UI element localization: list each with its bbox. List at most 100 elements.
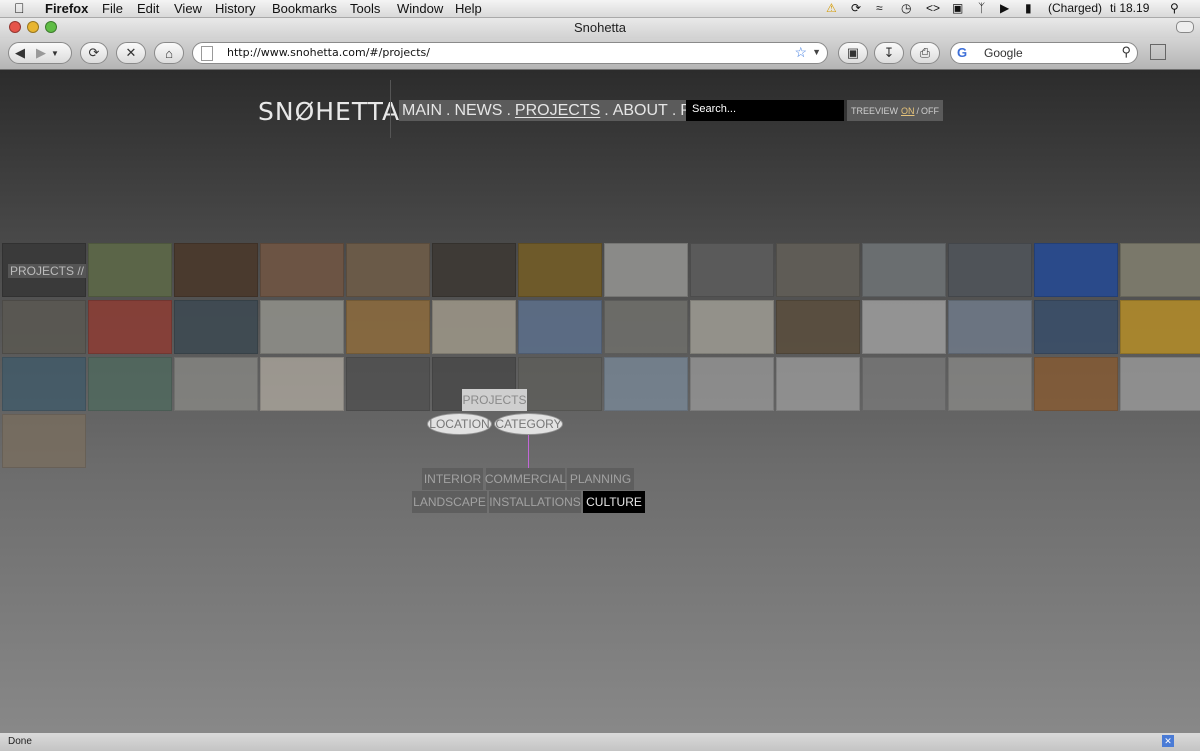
forward-icon[interactable]: ▶ bbox=[31, 45, 51, 61]
project-thumbnail[interactable] bbox=[174, 300, 258, 354]
addon-status-icon[interactable]: ✕ bbox=[1162, 735, 1174, 747]
project-thumbnail[interactable] bbox=[604, 357, 688, 411]
menu-bookmarks[interactable]: Bookmarks bbox=[272, 1, 337, 16]
google-icon[interactable]: G bbox=[957, 45, 967, 60]
project-thumbnail[interactable] bbox=[604, 300, 688, 354]
print-button[interactable]: ⎙ bbox=[910, 42, 940, 64]
project-thumbnail[interactable] bbox=[1034, 243, 1118, 297]
sync-icon[interactable]: ⟳ bbox=[851, 1, 861, 15]
back-icon[interactable]: ◀ bbox=[9, 45, 31, 61]
project-thumbnail[interactable] bbox=[174, 243, 258, 297]
treeview-off[interactable]: OFF bbox=[921, 106, 939, 116]
project-thumbnail[interactable] bbox=[260, 243, 344, 297]
bookmark-star-icon[interactable]: ☆ bbox=[794, 44, 807, 61]
project-thumbnail[interactable] bbox=[948, 243, 1032, 297]
project-thumbnail[interactable] bbox=[690, 243, 774, 297]
nav-main[interactable]: MAIN bbox=[402, 102, 442, 120]
site-logo[interactable]: SNØHETTA bbox=[258, 97, 400, 126]
project-thumbnail[interactable] bbox=[1120, 300, 1200, 354]
project-thumbnail[interactable] bbox=[1120, 357, 1200, 411]
wifi-icon[interactable]: ≈ bbox=[876, 1, 883, 15]
code-icon[interactable]: <> bbox=[926, 1, 940, 15]
category-culture[interactable]: CULTURE bbox=[583, 491, 645, 513]
category-commercial[interactable]: COMMERCIAL bbox=[485, 468, 566, 490]
tree-category[interactable]: CATEGORY bbox=[494, 413, 563, 435]
time-machine-icon[interactable]: ◷ bbox=[901, 1, 911, 15]
project-thumbnail[interactable] bbox=[776, 300, 860, 354]
project-thumbnail[interactable] bbox=[88, 243, 172, 297]
category-planning[interactable]: PLANNING bbox=[567, 468, 634, 490]
menu-history[interactable]: History bbox=[215, 1, 255, 16]
project-thumbnail[interactable] bbox=[518, 243, 602, 297]
url-dropdown-icon[interactable]: ▼ bbox=[812, 47, 821, 57]
project-thumbnail[interactable] bbox=[862, 243, 946, 297]
search-icon[interactable]: ⚲ bbox=[1121, 44, 1131, 60]
menu-file[interactable]: File bbox=[102, 1, 123, 16]
display-icon[interactable]: ▣ bbox=[952, 1, 963, 15]
apple-menu-icon[interactable]:  bbox=[14, 0, 25, 16]
stop-button[interactable]: ✕ bbox=[116, 42, 146, 64]
nav-projects[interactable]: PROJECTS bbox=[515, 102, 600, 120]
home-button[interactable]: ⌂ bbox=[154, 42, 184, 64]
menu-window[interactable]: Window bbox=[397, 1, 443, 16]
project-thumbnail[interactable] bbox=[862, 300, 946, 354]
site-search-input[interactable]: Search... bbox=[686, 100, 844, 121]
project-thumbnail[interactable] bbox=[690, 300, 774, 354]
project-thumbnail[interactable] bbox=[1120, 243, 1200, 297]
toolbar-toggle-icon[interactable] bbox=[1176, 21, 1194, 33]
project-thumbnail[interactable] bbox=[88, 300, 172, 354]
battery-icon[interactable]: ▮ bbox=[1025, 1, 1032, 15]
category-installations[interactable]: INSTALLATIONS bbox=[489, 491, 581, 513]
project-thumbnail[interactable] bbox=[260, 300, 344, 354]
category-landscape[interactable]: LANDSCAPE bbox=[412, 491, 487, 513]
nav-about[interactable]: ABOUT bbox=[613, 102, 668, 120]
url-bar[interactable]: http://www.snohetta.com/#/projects/ ☆ ▼ bbox=[192, 42, 828, 64]
project-thumbnail[interactable] bbox=[1034, 357, 1118, 411]
mac-menu-bar:  Firefox File Edit View History Bookmar… bbox=[0, 0, 1200, 18]
spotlight-icon[interactable]: ⚲ bbox=[1170, 1, 1179, 15]
project-thumbnail[interactable] bbox=[690, 357, 774, 411]
project-thumbnail[interactable] bbox=[2, 414, 86, 468]
project-thumbnail[interactable] bbox=[432, 300, 516, 354]
project-thumbnail[interactable] bbox=[174, 357, 258, 411]
volume-icon[interactable]: ▶ bbox=[1000, 1, 1009, 15]
menu-tools[interactable]: Tools bbox=[350, 1, 380, 16]
project-thumbnail[interactable] bbox=[346, 300, 430, 354]
project-thumbnail[interactable] bbox=[432, 243, 516, 297]
project-thumbnail[interactable] bbox=[776, 243, 860, 297]
nav-news[interactable]: NEWS bbox=[454, 102, 502, 120]
project-thumbnail[interactable] bbox=[862, 357, 946, 411]
project-thumbnail[interactable] bbox=[2, 357, 86, 411]
tree-root-projects[interactable]: PROJECTS bbox=[462, 389, 527, 411]
app-menu[interactable]: Firefox bbox=[45, 1, 88, 16]
treeview-toggle[interactable]: TREEVIEW ON / OFF bbox=[847, 100, 943, 121]
treeview-on[interactable]: ON bbox=[901, 106, 915, 116]
bluetooth-icon[interactable]: ᛉ bbox=[978, 1, 985, 15]
project-thumbnail[interactable] bbox=[2, 300, 86, 354]
project-thumbnail[interactable] bbox=[948, 357, 1032, 411]
clock[interactable]: ti 18.19 bbox=[1110, 1, 1149, 15]
reload-button[interactable]: ⟳ bbox=[80, 42, 108, 64]
project-thumbnail[interactable] bbox=[346, 357, 430, 411]
menu-edit[interactable]: Edit bbox=[137, 1, 159, 16]
windows-icon[interactable] bbox=[1150, 44, 1166, 60]
history-dropdown-icon[interactable]: ▼ bbox=[51, 49, 63, 58]
project-thumbnail[interactable] bbox=[346, 243, 430, 297]
menu-view[interactable]: View bbox=[174, 1, 202, 16]
project-thumbnail[interactable] bbox=[776, 357, 860, 411]
project-thumbnail[interactable] bbox=[88, 357, 172, 411]
download-button[interactable]: ↧ bbox=[874, 42, 904, 64]
project-thumbnail[interactable] bbox=[518, 300, 602, 354]
tree-location[interactable]: LOCATION bbox=[427, 413, 492, 435]
menu-help[interactable]: Help bbox=[455, 1, 482, 16]
screenshot-button[interactable]: ▣ bbox=[838, 42, 868, 64]
project-thumbnail[interactable] bbox=[1034, 300, 1118, 354]
nav-separator: . bbox=[446, 101, 451, 119]
project-thumbnail[interactable] bbox=[948, 300, 1032, 354]
warning-icon[interactable]: ⚠ bbox=[826, 1, 837, 15]
project-thumbnail[interactable] bbox=[604, 243, 688, 297]
project-thumbnail[interactable] bbox=[518, 357, 602, 411]
browser-search-bar[interactable]: G Google ⚲ bbox=[950, 42, 1138, 64]
project-thumbnail[interactable] bbox=[260, 357, 344, 411]
category-interior[interactable]: INTERIOR bbox=[422, 468, 483, 490]
